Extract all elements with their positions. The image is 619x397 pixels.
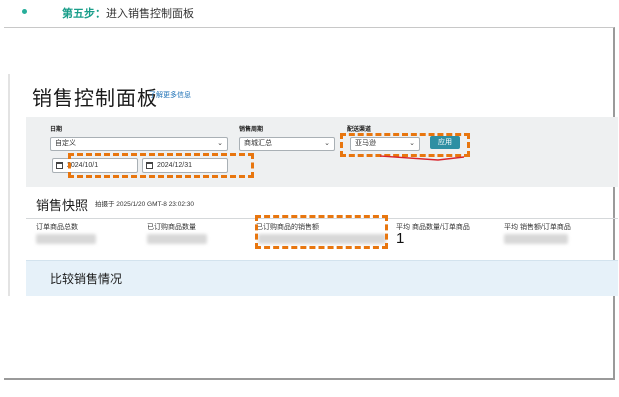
bullet-dot-icon [22, 9, 27, 14]
date-preset-value: 自定义 [55, 140, 76, 147]
metric-label-avg-units: 平均 商品数量/订单商品 [396, 224, 470, 231]
sales-metric-highlight [255, 215, 388, 249]
instruction-line: 第五步： 进入销售控制面板 [38, 5, 194, 21]
compare-title[interactable]: 比较销售情况 [50, 270, 122, 287]
metric-value-blurred [147, 234, 207, 244]
date-range-highlight [68, 153, 254, 178]
metric-value-avg-units: 1 [396, 230, 405, 247]
metric-value-blurred [504, 234, 568, 244]
chevron-down-icon: ⌄ [217, 140, 223, 147]
metric-label-avg-sales: 平均 销售额/订单商品 [504, 224, 571, 231]
metric-value-blurred [36, 234, 96, 244]
metric-label-order-items: 订单商品总数 [36, 224, 78, 231]
sales-period-value: 商城汇总 [244, 140, 272, 147]
step-label: 第五步： [62, 8, 106, 20]
left-edge-divider [8, 74, 10, 296]
learn-more-link[interactable]: 了解更多信息 [149, 90, 191, 100]
sales-period-label: 销售周期 [239, 127, 264, 133]
sales-dashboard: 销售控制面板 了解更多信息 日期 自定义 ⌄ 2024/10/1 2024/12… [8, 74, 618, 296]
chevron-down-icon: ⌄ [324, 140, 330, 147]
red-underline-mark [379, 155, 465, 161]
date-label: 日期 [50, 127, 63, 133]
snapshot-time: 拍摄于 2025/1/20 GMT-8 23:02:30 [95, 201, 194, 208]
metric-label-units: 已订购商品数量 [147, 224, 196, 231]
step-text: 进入销售控制面板 [106, 8, 194, 20]
page-title: 销售控制面板 [32, 88, 158, 110]
channel-label: 配送渠道 [347, 127, 372, 133]
calendar-icon [56, 162, 63, 169]
sales-period-select[interactable]: 商城汇总 ⌄ [239, 137, 335, 151]
date-preset-select[interactable]: 自定义 ⌄ [50, 137, 228, 151]
snapshot-title: 销售快照 [36, 198, 89, 213]
